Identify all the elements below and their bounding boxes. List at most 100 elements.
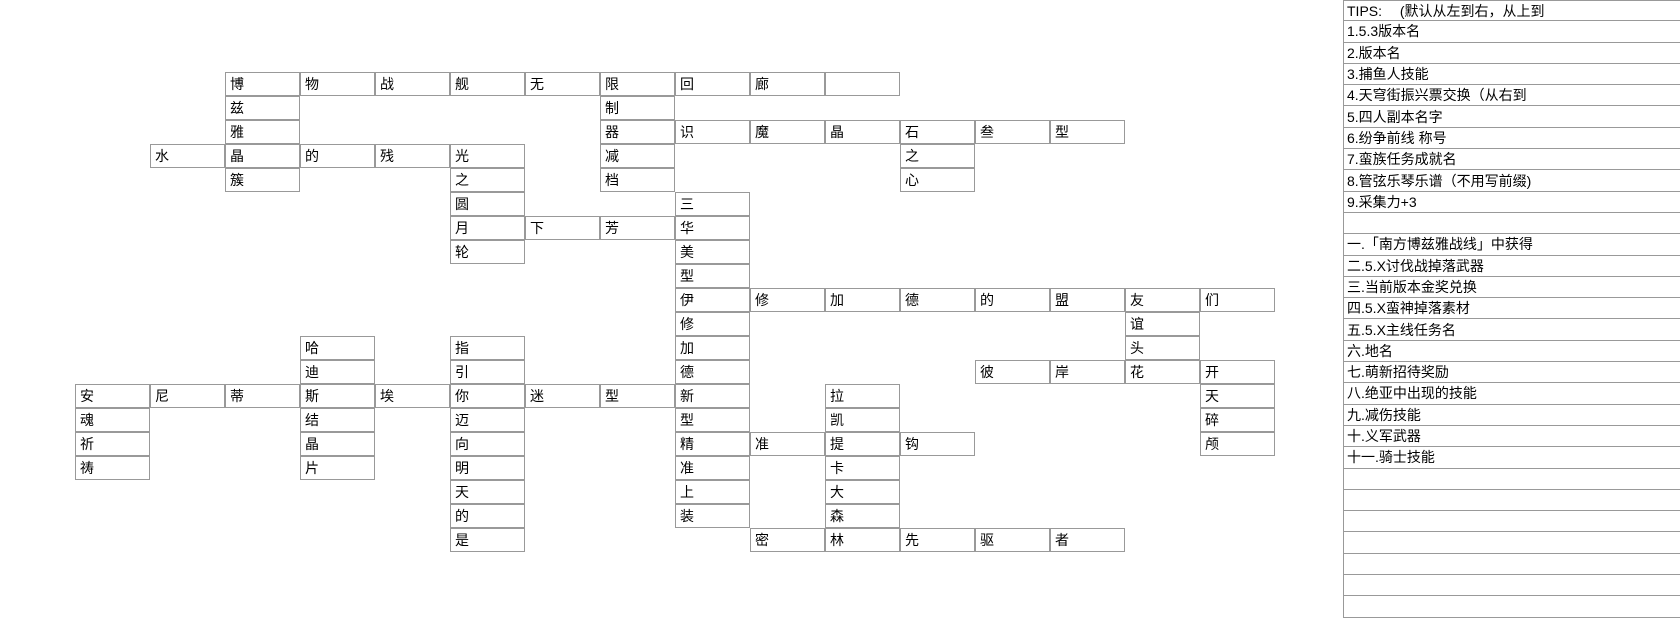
crossword-cell[interactable]: 凯 — [825, 408, 900, 432]
crossword-cell[interactable]: 美 — [675, 240, 750, 264]
crossword-cell[interactable]: 雅 — [225, 120, 300, 144]
crossword-cell[interactable]: 修 — [675, 312, 750, 336]
crossword-cell[interactable]: 无 — [525, 72, 600, 96]
crossword-cell[interactable]: 晶 — [300, 432, 375, 456]
crossword-cell[interactable]: 碎 — [1200, 408, 1275, 432]
crossword-cell[interactable]: 的 — [450, 504, 525, 528]
crossword-cell[interactable]: 者 — [1050, 528, 1125, 552]
crossword-cell[interactable]: 水 — [150, 144, 225, 168]
crossword-cell[interactable]: 之 — [900, 144, 975, 168]
crossword-cell[interactable]: 大 — [825, 480, 900, 504]
crossword-cell[interactable]: 引 — [450, 360, 525, 384]
crossword-cell[interactable]: 识 — [675, 120, 750, 144]
crossword-cell[interactable]: 岸 — [1050, 360, 1125, 384]
crossword-cell[interactable]: 精 — [675, 432, 750, 456]
crossword-cell[interactable]: 芳 — [600, 216, 675, 240]
crossword-cell[interactable]: 哈 — [300, 336, 375, 360]
crossword-cell[interactable]: 上 — [675, 480, 750, 504]
crossword-cell[interactable]: 器 — [600, 120, 675, 144]
crossword-cell[interactable]: 的 — [975, 288, 1050, 312]
crossword-cell[interactable]: 魔 — [750, 120, 825, 144]
crossword-cell[interactable]: 制 — [600, 96, 675, 120]
crossword-cell[interactable]: 残 — [375, 144, 450, 168]
crossword-cell[interactable]: 驱 — [975, 528, 1050, 552]
crossword-cell[interactable]: 晶 — [825, 120, 900, 144]
crossword-cell[interactable]: 石 — [900, 120, 975, 144]
crossword-cell[interactable]: 片 — [300, 456, 375, 480]
crossword-cell[interactable]: 兹 — [225, 96, 300, 120]
crossword-cell[interactable]: 下 — [525, 216, 600, 240]
crossword-cell[interactable]: 先 — [900, 528, 975, 552]
crossword-cell[interactable]: 结 — [300, 408, 375, 432]
crossword-cell[interactable]: 档 — [600, 168, 675, 192]
crossword-cell[interactable]: 限 — [600, 72, 675, 96]
crossword-cell[interactable]: 彼 — [975, 360, 1050, 384]
crossword-cell[interactable]: 指 — [450, 336, 525, 360]
crossword-cell[interactable]: 开 — [1200, 360, 1275, 384]
crossword-cell[interactable]: 明 — [450, 456, 525, 480]
crossword-cell[interactable]: 光 — [450, 144, 525, 168]
crossword-cell[interactable]: 提 — [825, 432, 900, 456]
crossword-cell[interactable]: 天 — [1200, 384, 1275, 408]
crossword-cell[interactable]: 伊 — [675, 288, 750, 312]
crossword-cell[interactable]: 斯 — [300, 384, 375, 408]
crossword-cell[interactable]: 林 — [825, 528, 900, 552]
crossword-cell[interactable]: 新 — [675, 384, 750, 408]
crossword-cell[interactable]: 博 — [225, 72, 300, 96]
crossword-cell[interactable]: 月 — [450, 216, 525, 240]
crossword-cell[interactable]: 天 — [450, 480, 525, 504]
crossword-cell[interactable]: 尼 — [150, 384, 225, 408]
crossword-cell[interactable]: 型 — [675, 408, 750, 432]
crossword-cell[interactable]: 钩 — [900, 432, 975, 456]
crossword-cell[interactable]: 向 — [450, 432, 525, 456]
crossword-cell[interactable]: 准 — [675, 456, 750, 480]
crossword-cell[interactable]: 蒂 — [225, 384, 300, 408]
crossword-cell[interactable]: 减 — [600, 144, 675, 168]
crossword-cell[interactable]: 修 — [750, 288, 825, 312]
crossword-cell[interactable]: 友 — [1125, 288, 1200, 312]
crossword-cell[interactable]: 叁 — [975, 120, 1050, 144]
crossword-cell[interactable]: 舰 — [450, 72, 525, 96]
crossword-cell[interactable]: 轮 — [450, 240, 525, 264]
crossword-cell[interactable]: 安 — [75, 384, 150, 408]
crossword-cell[interactable]: 是 — [450, 528, 525, 552]
crossword-cell[interactable]: 迈 — [450, 408, 525, 432]
crossword-cell[interactable]: 圆 — [450, 192, 525, 216]
crossword-cell[interactable]: 头 — [1125, 336, 1200, 360]
crossword-cell[interactable]: 加 — [675, 336, 750, 360]
crossword-cell[interactable]: 之 — [450, 168, 525, 192]
crossword-cell[interactable]: 卡 — [825, 456, 900, 480]
crossword-cell[interactable] — [825, 72, 900, 96]
crossword-cell[interactable]: 战 — [375, 72, 450, 96]
crossword-cell[interactable]: 装 — [675, 504, 750, 528]
crossword-cell[interactable]: 华 — [675, 216, 750, 240]
crossword-cell[interactable]: 准 — [750, 432, 825, 456]
crossword-cell[interactable]: 谊 — [1125, 312, 1200, 336]
crossword-cell[interactable]: 密 — [750, 528, 825, 552]
crossword-cell[interactable]: 你 — [450, 384, 525, 408]
crossword-cell[interactable]: 簇 — [225, 168, 300, 192]
crossword-cell[interactable]: 的 — [300, 144, 375, 168]
crossword-cell[interactable]: 晶 — [225, 144, 300, 168]
crossword-cell[interactable]: 德 — [900, 288, 975, 312]
crossword-cell[interactable]: 心 — [900, 168, 975, 192]
crossword-cell[interactable]: 廊 — [750, 72, 825, 96]
crossword-cell[interactable]: 拉 — [825, 384, 900, 408]
crossword-cell[interactable]: 三 — [675, 192, 750, 216]
crossword-cell[interactable]: 加 — [825, 288, 900, 312]
crossword-cell[interactable]: 埃 — [375, 384, 450, 408]
crossword-cell[interactable]: 颅 — [1200, 432, 1275, 456]
crossword-cell[interactable]: 回 — [675, 72, 750, 96]
crossword-cell[interactable]: 迪 — [300, 360, 375, 384]
crossword-cell[interactable]: 型 — [675, 264, 750, 288]
crossword-cell[interactable]: 祈 — [75, 432, 150, 456]
crossword-cell[interactable]: 森 — [825, 504, 900, 528]
crossword-cell[interactable]: 祷 — [75, 456, 150, 480]
crossword-cell[interactable]: 型 — [600, 384, 675, 408]
crossword-cell[interactable]: 迷 — [525, 384, 600, 408]
crossword-cell[interactable]: 们 — [1200, 288, 1275, 312]
crossword-cell[interactable]: 花 — [1125, 360, 1200, 384]
crossword-cell[interactable]: 盟 — [1050, 288, 1125, 312]
crossword-cell[interactable]: 物 — [300, 72, 375, 96]
crossword-cell[interactable]: 魂 — [75, 408, 150, 432]
